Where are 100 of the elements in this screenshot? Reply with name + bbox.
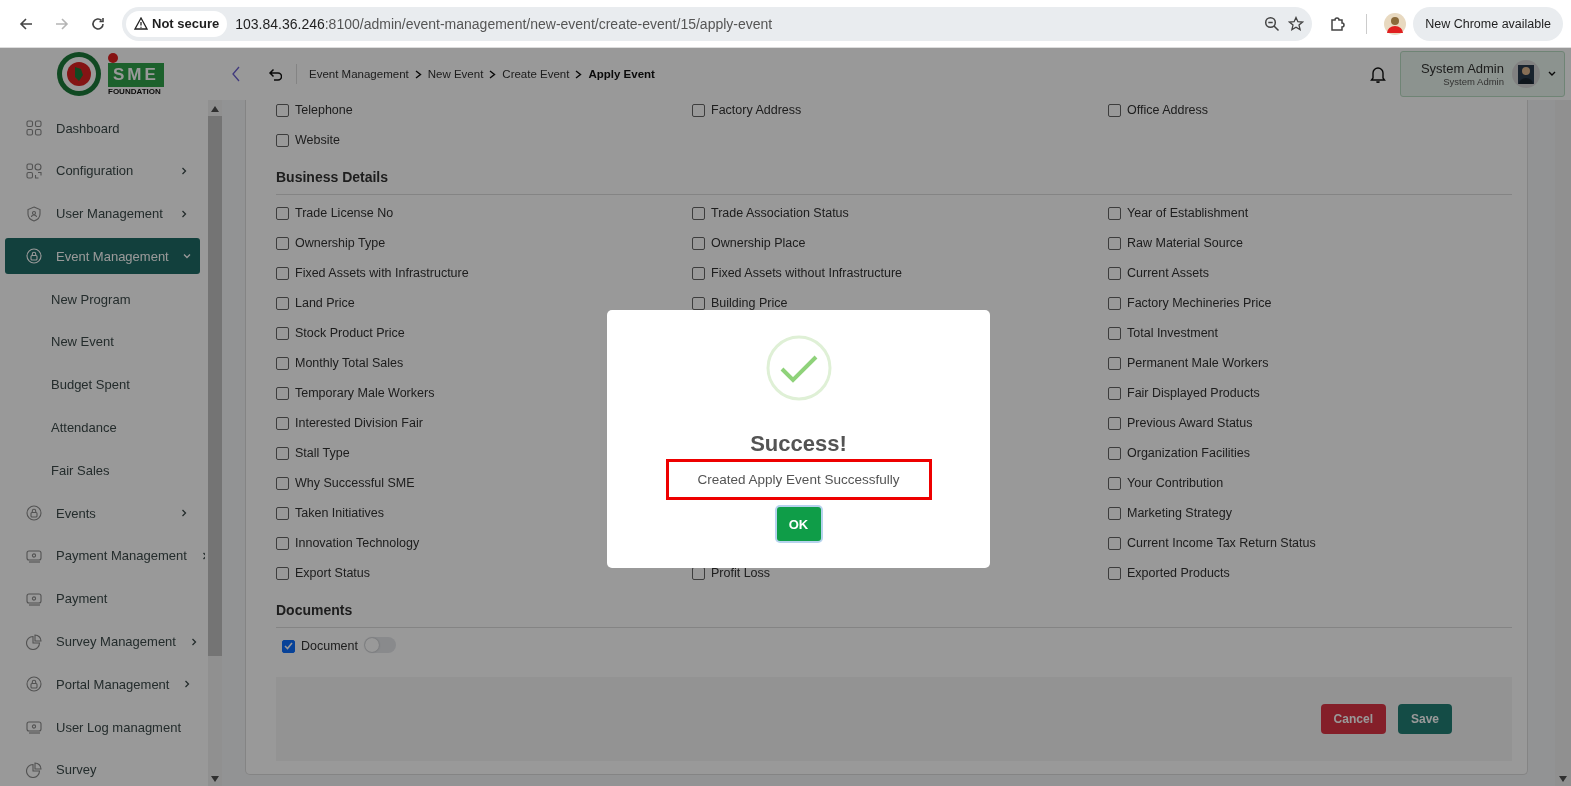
checkbox-option[interactable]: Website (276, 125, 692, 155)
breadcrumb-link[interactable]: Event Management (309, 68, 409, 80)
checkbox[interactable] (1108, 206, 1121, 220)
checkbox-option[interactable]: Your Contribution (1108, 468, 1524, 498)
sidebar-item[interactable]: User Log managment (5, 709, 200, 746)
checkbox[interactable] (1108, 476, 1121, 490)
checkbox[interactable] (1108, 536, 1121, 550)
checkbox[interactable] (1108, 506, 1121, 520)
checkbox-option[interactable]: Permanent Male Workers (1108, 348, 1524, 378)
checkbox[interactable] (276, 506, 289, 520)
checkbox-option[interactable]: Ownership Type (276, 228, 692, 258)
checkbox-option[interactable]: Innovation Technology (276, 528, 692, 558)
checkbox[interactable] (276, 296, 289, 310)
checkbox-option[interactable]: Monthly Total Sales (276, 348, 692, 378)
checkbox-option[interactable]: Ownership Place (692, 228, 1108, 258)
checkbox-option[interactable]: Temporary Male Workers (276, 378, 692, 408)
checkbox[interactable] (276, 133, 289, 147)
checkbox-option[interactable]: Fixed Assets without Infrastructure (692, 258, 1108, 288)
checkbox[interactable] (282, 639, 295, 653)
checkbox[interactable] (276, 356, 289, 370)
submenu-item[interactable]: New Event (5, 324, 205, 360)
checkbox-option[interactable]: Previous Award Status (1108, 408, 1524, 438)
checkbox-option[interactable]: Why Successful SME (276, 468, 692, 498)
address-bar[interactable]: Not secure 103.84.36.246:8100/admin/event-management/new-event/create-event/15/apply-event (122, 6, 1313, 41)
submenu-item[interactable]: New Program (5, 281, 205, 318)
scrollbar[interactable] (208, 100, 222, 786)
sidebar-item[interactable]: Payment Management (5, 537, 200, 574)
collapse-icon[interactable] (232, 66, 240, 82)
checkbox-option[interactable]: Taken Initiatives (276, 498, 692, 528)
checkbox[interactable] (692, 103, 705, 117)
checkbox[interactable] (1108, 296, 1121, 310)
sidebar-item[interactable]: Event Management (5, 238, 200, 275)
checkbox[interactable] (276, 266, 289, 280)
checkbox[interactable] (1108, 416, 1121, 430)
checkbox[interactable] (276, 476, 289, 490)
cancel-button[interactable]: Cancel (1320, 704, 1386, 734)
user-menu[interactable]: System Admin System Admin (1399, 51, 1565, 97)
checkbox-option[interactable]: Factory Mechineries Price (1108, 288, 1524, 318)
checkbox-option[interactable]: Current Assets (1108, 258, 1524, 288)
checkbox[interactable] (1108, 386, 1121, 400)
checkbox-option[interactable]: Fair Displayed Products (1108, 378, 1524, 408)
checkbox[interactable] (1108, 356, 1121, 370)
checkbox-option[interactable]: Factory Address (692, 100, 1108, 125)
checkbox-option[interactable]: Building Price (692, 288, 1108, 318)
sidebar-item[interactable]: Dashboard (5, 110, 200, 146)
checkbox[interactable] (276, 103, 289, 117)
toggle-switch[interactable] (364, 637, 396, 653)
checkbox[interactable] (276, 236, 289, 250)
sidebar-item[interactable]: Configuration (5, 152, 200, 189)
checkbox[interactable] (1108, 103, 1121, 117)
checkbox[interactable] (276, 536, 289, 550)
checkbox[interactable] (692, 296, 705, 310)
sidebar-item[interactable]: Survey Management (5, 623, 200, 660)
checkbox[interactable] (276, 566, 289, 580)
checkbox-option[interactable]: Year of Establishment (1108, 198, 1524, 228)
bell-icon[interactable] (1369, 65, 1386, 83)
checkbox-option[interactable]: Trade License No (276, 198, 692, 228)
checkbox[interactable] (276, 206, 289, 220)
checkbox-option[interactable]: Trade Association Status (692, 198, 1108, 228)
submenu-item[interactable]: Fair Sales (5, 452, 205, 489)
checkbox-option[interactable]: Stock Product Price (276, 318, 692, 348)
sidebar-item[interactable]: Events (5, 495, 200, 532)
checkbox[interactable] (692, 206, 705, 220)
checkbox[interactable] (276, 446, 289, 460)
checkbox[interactable] (692, 236, 705, 250)
checkbox-option[interactable]: Interested Division Fair (276, 408, 692, 438)
checkbox-option[interactable]: Export Status (276, 558, 692, 588)
submenu-item[interactable]: Budget Spent (5, 366, 205, 403)
checkbox-option[interactable]: Marketing Strategy (1108, 498, 1524, 528)
checkbox-option[interactable]: Stall Type (276, 438, 692, 468)
save-button[interactable]: Save (1397, 704, 1452, 734)
zoom-out-icon[interactable] (1264, 15, 1281, 32)
back-icon[interactable] (268, 67, 282, 81)
sidebar-item[interactable]: Survey (5, 751, 200, 786)
sidebar-item[interactable]: Portal Management (5, 666, 200, 703)
security-chip[interactable]: Not secure (126, 10, 228, 37)
breadcrumb-link[interactable]: Create Event (502, 68, 570, 80)
checkbox-option[interactable]: Office Address (1108, 100, 1524, 125)
checkbox[interactable] (692, 266, 705, 280)
checkbox[interactable] (1108, 446, 1121, 460)
checkbox-option[interactable]: Land Price (276, 288, 692, 318)
checkbox-option[interactable]: Telephone (276, 100, 692, 125)
checkbox-option[interactable]: Current Income Tax Return Status (1108, 528, 1524, 558)
checkbox[interactable] (1108, 236, 1121, 250)
checkbox[interactable] (276, 386, 289, 400)
checkbox[interactable] (1108, 566, 1121, 580)
checkbox-option[interactable]: Fixed Assets with Infrastructure (276, 258, 692, 288)
checkbox[interactable] (1108, 266, 1121, 280)
checkbox-option[interactable]: Organization Facilities (1108, 438, 1524, 468)
breadcrumb-link[interactable]: New Event (427, 68, 484, 80)
checkbox-option[interactable]: Exported Products (1108, 558, 1524, 588)
checkbox-option[interactable]: Document (276, 631, 358, 661)
checkbox[interactable] (276, 416, 289, 430)
checkbox-option[interactable]: Total Investment (1108, 318, 1524, 348)
checkbox[interactable] (276, 326, 289, 340)
ok-button[interactable]: OK (776, 507, 821, 541)
star-icon[interactable] (1288, 15, 1305, 32)
sidebar-item[interactable]: Payment (5, 580, 200, 617)
checkbox[interactable] (1108, 326, 1121, 340)
sidebar-item[interactable]: User Management (5, 195, 200, 232)
